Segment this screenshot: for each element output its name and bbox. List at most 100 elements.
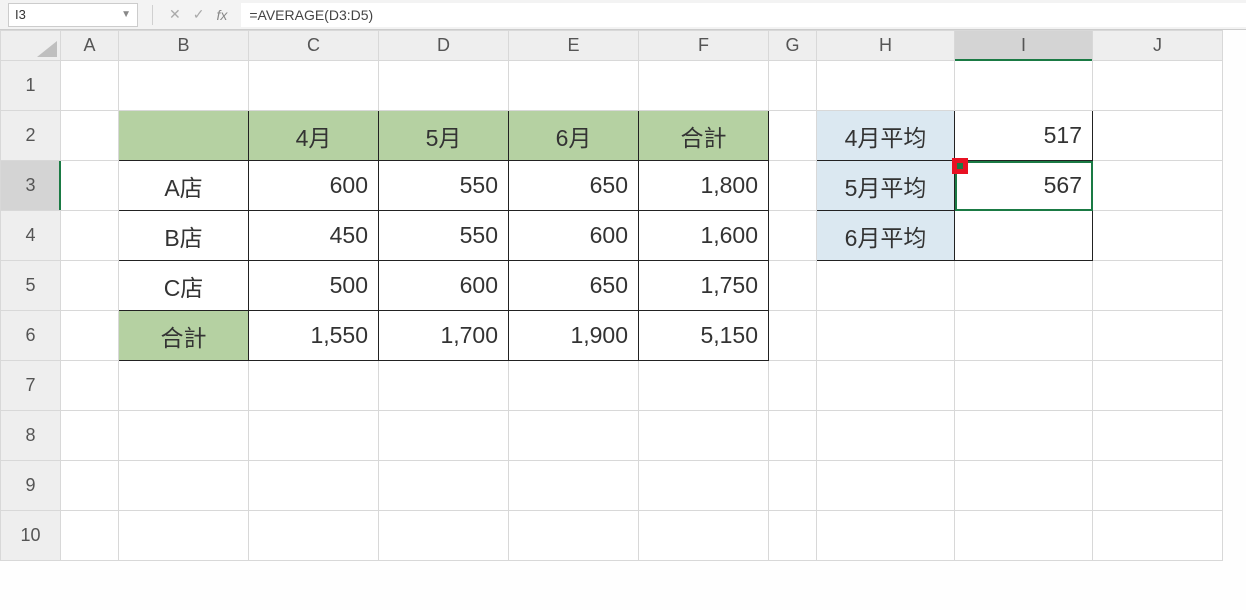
cell-J7[interactable]	[1093, 361, 1223, 411]
cell-I2[interactable]: 517	[955, 111, 1093, 161]
cell-F8[interactable]	[639, 411, 769, 461]
col-header-H[interactable]: H	[817, 31, 955, 61]
cell-D3[interactable]: 550	[379, 161, 509, 211]
cell-G4[interactable]	[769, 211, 817, 261]
cell-G10[interactable]	[769, 511, 817, 561]
cell-F6[interactable]: 5,150	[639, 311, 769, 361]
cell-I3[interactable]: 567	[955, 161, 1093, 211]
cell-D1[interactable]	[379, 61, 509, 111]
cell-C8[interactable]	[249, 411, 379, 461]
col-header-F[interactable]: F	[639, 31, 769, 61]
cell-C9[interactable]	[249, 461, 379, 511]
cell-C2[interactable]: 4月	[249, 111, 379, 161]
cell-E5[interactable]: 650	[509, 261, 639, 311]
cell-G8[interactable]	[769, 411, 817, 461]
cell-A7[interactable]	[61, 361, 119, 411]
cell-J5[interactable]	[1093, 261, 1223, 311]
row-header-6[interactable]: 6	[1, 311, 61, 361]
cell-D8[interactable]	[379, 411, 509, 461]
cell-H8[interactable]	[817, 411, 955, 461]
fx-button[interactable]: fx	[216, 7, 227, 23]
cell-E2[interactable]: 6月	[509, 111, 639, 161]
cell-F10[interactable]	[639, 511, 769, 561]
cell-B10[interactable]	[119, 511, 249, 561]
cell-D10[interactable]	[379, 511, 509, 561]
cell-B9[interactable]	[119, 461, 249, 511]
cell-C3[interactable]: 600	[249, 161, 379, 211]
cell-A3[interactable]	[61, 161, 119, 211]
cell-D4[interactable]: 550	[379, 211, 509, 261]
cell-G6[interactable]	[769, 311, 817, 361]
select-all-corner[interactable]	[1, 31, 61, 61]
cell-I4[interactable]	[955, 211, 1093, 261]
row-header-8[interactable]: 8	[1, 411, 61, 461]
row-header-3[interactable]: 3	[1, 161, 61, 211]
cell-F7[interactable]	[639, 361, 769, 411]
cell-B1[interactable]	[119, 61, 249, 111]
row-header-9[interactable]: 9	[1, 461, 61, 511]
cell-G1[interactable]	[769, 61, 817, 111]
col-header-D[interactable]: D	[379, 31, 509, 61]
cell-A8[interactable]	[61, 411, 119, 461]
cell-G3[interactable]	[769, 161, 817, 211]
confirm-icon[interactable]: ✓	[193, 6, 205, 23]
cell-C1[interactable]	[249, 61, 379, 111]
cell-I7[interactable]	[955, 361, 1093, 411]
cell-H10[interactable]	[817, 511, 955, 561]
cell-E8[interactable]	[509, 411, 639, 461]
cell-H3[interactable]: 5月平均	[817, 161, 955, 211]
cell-F4[interactable]: 1,600	[639, 211, 769, 261]
cell-C5[interactable]: 500	[249, 261, 379, 311]
cell-E3[interactable]: 650	[509, 161, 639, 211]
cell-A2[interactable]	[61, 111, 119, 161]
cell-H7[interactable]	[817, 361, 955, 411]
cell-I6[interactable]	[955, 311, 1093, 361]
cell-H6[interactable]	[817, 311, 955, 361]
cell-B5[interactable]: C店	[119, 261, 249, 311]
cell-J2[interactable]	[1093, 111, 1223, 161]
cell-J4[interactable]	[1093, 211, 1223, 261]
cell-H5[interactable]	[817, 261, 955, 311]
cell-A9[interactable]	[61, 461, 119, 511]
cell-F3[interactable]: 1,800	[639, 161, 769, 211]
cell-C4[interactable]: 450	[249, 211, 379, 261]
cell-H9[interactable]	[817, 461, 955, 511]
formula-input[interactable]: =AVERAGE(D3:D5)	[241, 3, 1246, 27]
cell-F5[interactable]: 1,750	[639, 261, 769, 311]
cell-I8[interactable]	[955, 411, 1093, 461]
row-header-10[interactable]: 10	[1, 511, 61, 561]
cell-I9[interactable]	[955, 461, 1093, 511]
col-header-G[interactable]: G	[769, 31, 817, 61]
cell-C7[interactable]	[249, 361, 379, 411]
cell-E7[interactable]	[509, 361, 639, 411]
cell-D7[interactable]	[379, 361, 509, 411]
cell-C10[interactable]	[249, 511, 379, 561]
cell-B7[interactable]	[119, 361, 249, 411]
cell-A6[interactable]	[61, 311, 119, 361]
col-header-C[interactable]: C	[249, 31, 379, 61]
row-header-1[interactable]: 1	[1, 61, 61, 111]
cell-G9[interactable]	[769, 461, 817, 511]
cell-E6[interactable]: 1,900	[509, 311, 639, 361]
cell-F9[interactable]	[639, 461, 769, 511]
cell-A5[interactable]	[61, 261, 119, 311]
cell-A10[interactable]	[61, 511, 119, 561]
cell-E4[interactable]: 600	[509, 211, 639, 261]
cell-G7[interactable]	[769, 361, 817, 411]
cell-B6[interactable]: 合計	[119, 311, 249, 361]
cell-D6[interactable]: 1,700	[379, 311, 509, 361]
cell-I10[interactable]	[955, 511, 1093, 561]
cell-D9[interactable]	[379, 461, 509, 511]
col-header-J[interactable]: J	[1093, 31, 1223, 61]
cell-A1[interactable]	[61, 61, 119, 111]
cell-J6[interactable]	[1093, 311, 1223, 361]
cell-B8[interactable]	[119, 411, 249, 461]
cell-C6[interactable]: 1,550	[249, 311, 379, 361]
cell-B3[interactable]: A店	[119, 161, 249, 211]
cell-G5[interactable]	[769, 261, 817, 311]
cell-E9[interactable]	[509, 461, 639, 511]
chevron-down-icon[interactable]: ▼	[121, 9, 131, 20]
cell-B2[interactable]	[119, 111, 249, 161]
col-header-B[interactable]: B	[119, 31, 249, 61]
cell-I1[interactable]	[955, 61, 1093, 111]
